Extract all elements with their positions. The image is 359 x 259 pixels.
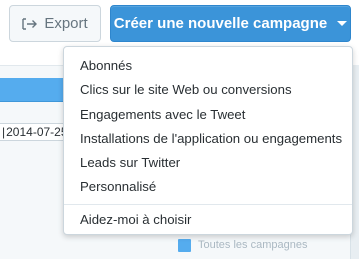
create-campaign-button[interactable]: Créer une nouvelle campagne [110, 5, 351, 42]
export-label: Export [44, 15, 88, 32]
export-arrow-icon [22, 17, 38, 30]
menu-item-installations-app[interactable]: Installations de l'application ou engage… [64, 127, 352, 151]
menu-item-personnalise[interactable]: Personnalisé [64, 175, 352, 199]
menu-item-clics-site-web[interactable]: Clics sur le site Web ou conversions [64, 78, 352, 102]
app-stage: |2014-07-25 Toutes les campagnes Export … [0, 0, 359, 259]
caret-down-icon [337, 21, 348, 26]
menu-item-engagements-tweet[interactable]: Engagements avec le Tweet [64, 103, 352, 127]
chart-legend[interactable]: Toutes les campagnes [178, 238, 307, 252]
menu-item-leads-twitter[interactable]: Leads sur Twitter [64, 151, 352, 175]
menu-item-aide-choisir[interactable]: Aidez-moi à choisir [64, 208, 352, 232]
menu-divider [64, 203, 352, 205]
create-campaign-label: Créer une nouvelle campagne [113, 15, 328, 32]
date-range-value: 2014-07-25 [6, 125, 68, 139]
date-separator: | [2, 125, 6, 139]
legend-label: Toutes les campagnes [198, 239, 308, 251]
legend-swatch-icon [178, 238, 191, 252]
campaign-type-menu: Abonnés Clics sur le site Web ou convers… [63, 46, 353, 235]
menu-item-abonnes[interactable]: Abonnés [64, 54, 352, 78]
export-button[interactable]: Export [9, 5, 101, 42]
